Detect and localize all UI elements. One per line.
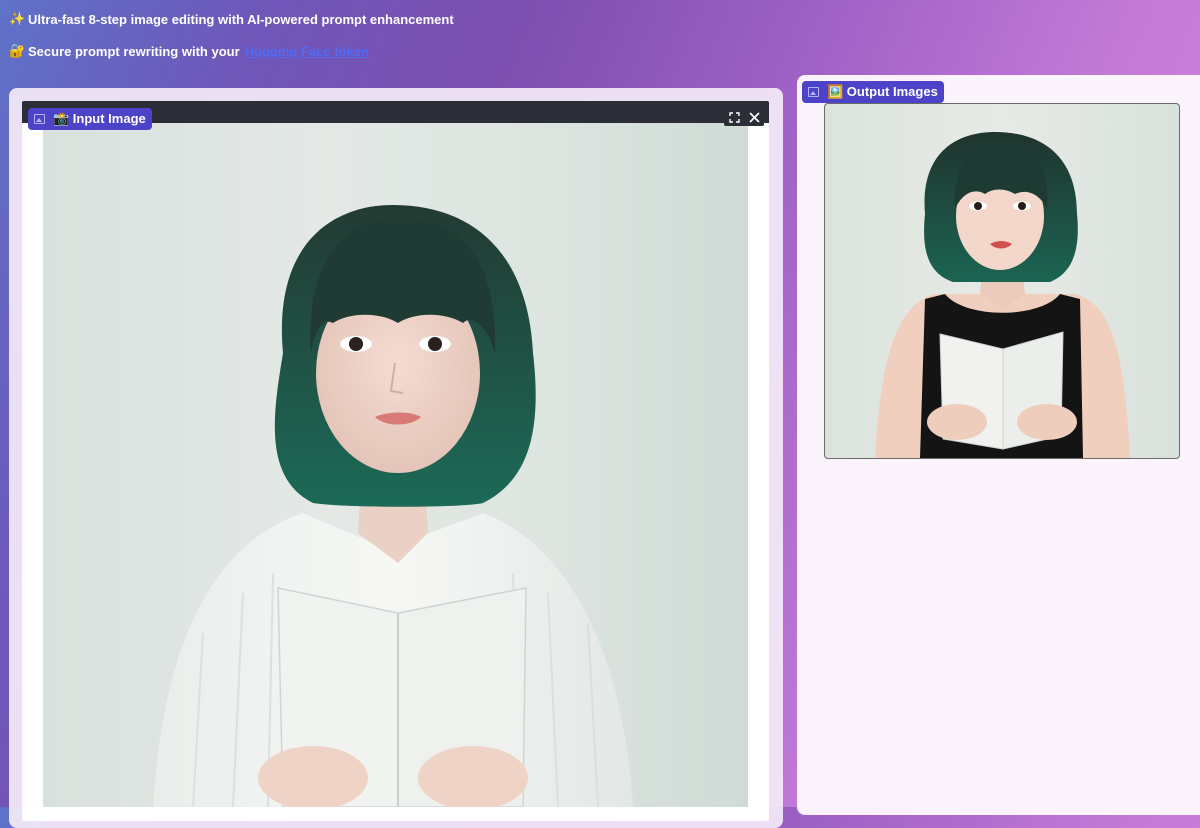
image-icon <box>808 87 819 97</box>
output-image[interactable] <box>824 103 1180 459</box>
image-toolbar <box>724 108 764 126</box>
fullscreen-icon[interactable] <box>726 109 742 125</box>
input-image-label-text: 📸 Input Image <box>53 111 146 126</box>
portrait-photo-output <box>875 132 1130 458</box>
hf-token-link[interactable]: Hugging Face token <box>245 44 369 59</box>
input-image <box>43 123 748 807</box>
lock-icon: 🔐 <box>9 43 26 58</box>
header-line-2: 🔐 Secure prompt rewriting with your Hugg… <box>9 43 369 59</box>
output-images-label-text: 🖼️ Output Images <box>827 84 938 99</box>
portrait-photo <box>153 205 633 807</box>
header-line-1-text: Ultra-fast 8-step image editing with AI-… <box>28 11 454 27</box>
image-icon <box>34 114 45 124</box>
header-line-2-text: Secure prompt rewriting with your <box>28 43 240 59</box>
sparkles-icon: ✨ <box>9 11 26 26</box>
input-image-label: 📸 Input Image <box>28 108 152 130</box>
output-images-label: 🖼️ Output Images <box>802 81 944 103</box>
close-icon[interactable] <box>746 109 762 125</box>
header-line-1: ✨ Ultra-fast 8-step image editing with A… <box>9 11 454 27</box>
